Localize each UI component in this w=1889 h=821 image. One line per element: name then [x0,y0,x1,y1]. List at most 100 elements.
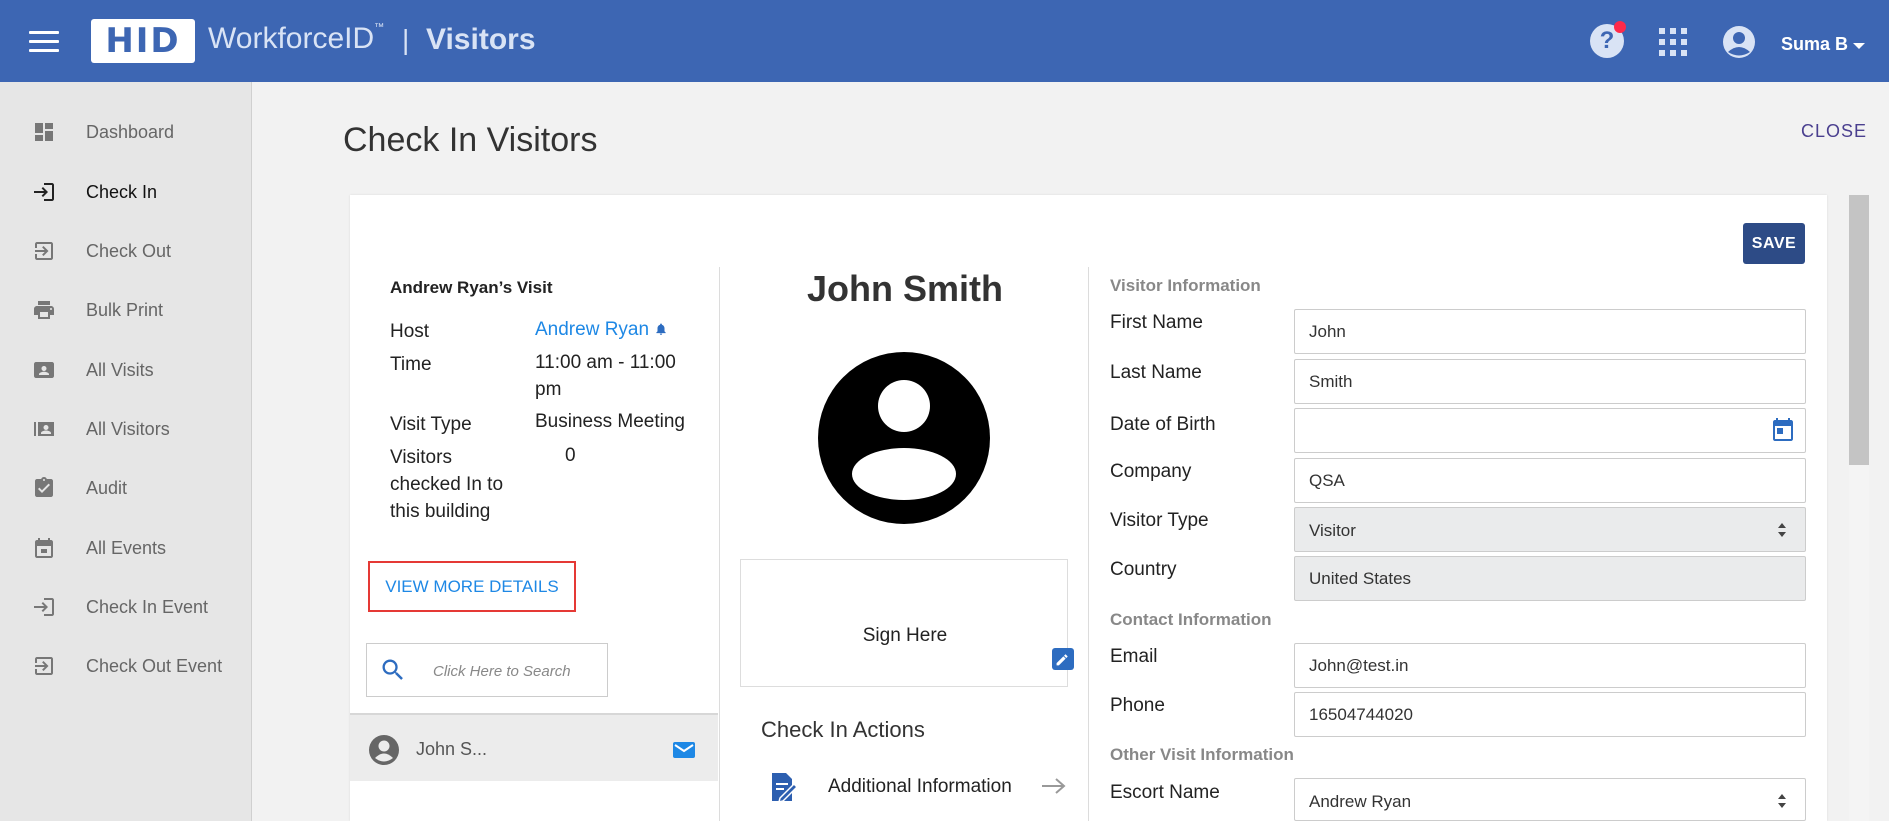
email-label: Email [1110,646,1158,667]
host-value: Andrew Ryan [535,316,668,343]
visitor-photo-avatar-icon[interactable] [818,352,990,524]
calendar-picker-icon[interactable] [1771,417,1795,443]
trademark: ™ [374,22,385,33]
company-label: Company [1110,461,1192,482]
page-title: Check In Visitors [343,121,598,159]
host-label: Host [390,321,430,342]
check-out-event-icon [35,657,53,675]
select-arrows-icon [1778,523,1786,537]
sidebar-item-all-visitors[interactable]: All Visitors [0,407,252,447]
check-in-actions-title: Check In Actions [761,717,925,742]
sidebar-item-all-events[interactable]: All Events [0,526,252,566]
save-button[interactable]: SAVE [1743,223,1805,264]
search-icon[interactable] [379,656,407,684]
sidebar-item-audit[interactable]: Audit [0,466,252,506]
visitor-type-select[interactable]: Visitor [1294,507,1806,552]
user-name[interactable]: Suma B [1781,34,1848,55]
brand-separator: | [402,24,410,55]
user-menu-caret-icon[interactable] [1853,43,1865,49]
app-name: Visitors [426,23,536,56]
signature-pad[interactable]: Sign Here [740,559,1074,687]
escort-name-value: Andrew Ryan [1309,792,1412,811]
time-label: Time [390,354,432,375]
phone-label: Phone [1110,695,1165,716]
sidebar-item-label: All Visits [86,360,154,380]
escort-name-select[interactable]: Andrew Ryan [1294,778,1806,821]
country-label: Country [1110,559,1177,580]
last-name-field[interactable] [1294,359,1806,404]
visitors-count-label-line3: this building [390,501,491,522]
brand-name: WorkforceID™ [208,22,384,56]
sidebar-item-all-visits[interactable]: All Visits [0,348,252,388]
visitor-list-item[interactable]: John S... [350,713,718,781]
additional-info-icon [772,773,799,804]
apps-grid-icon[interactable] [1659,28,1687,56]
sidebar-item-label: Check Out [86,241,172,261]
sidebar-item-label: All Visitors [86,419,170,439]
sidebar-item-check-out[interactable]: Check Out [0,229,252,269]
action-label: Additional Information [828,776,1012,797]
notification-dot [1614,21,1626,33]
last-name-label: Last Name [1110,362,1202,383]
other-visit-information-title: Other Visit Information [1110,745,1294,764]
calendar-icon [35,538,53,558]
visitors-count-label-line1: Visitors [390,447,452,468]
visitor-type-label: Visitor Type [1110,510,1209,531]
visitor-type-value: Visitor [1309,521,1356,540]
visitor-list-name: John S... [416,739,488,759]
select-arrows-icon [1778,794,1786,808]
visitors-count-label-line2: checked In to [390,474,504,495]
scrollbar-thumb[interactable] [1849,195,1869,465]
visitors-count-value: 0 [565,445,576,466]
sidebar-item-bulk-print[interactable]: Bulk Print [0,288,252,328]
check-out-icon [35,242,53,260]
sidebar-item-label: Check In Event [86,597,209,617]
column-divider [1088,267,1089,821]
visit-title: Andrew Ryan’s Visit [390,278,553,297]
hamburger-menu-icon[interactable] [29,31,59,53]
additional-information-action[interactable]: Additional Information [760,768,1070,808]
print-icon [34,301,54,319]
sidebar-item-dashboard[interactable]: Dashboard [0,110,252,150]
sidebar-item-label: Check Out Event [86,656,223,676]
sidebar-item-check-in-event[interactable]: Check In Event [0,585,252,625]
brand-text: WorkforceID [208,22,375,55]
mail-icon[interactable] [673,742,695,758]
edit-signature-icon[interactable] [1052,648,1074,670]
visitor-search[interactable] [366,643,608,697]
bell-icon[interactable] [654,322,668,336]
sidebar-item-label: Bulk Print [86,300,164,320]
contact-information-title: Contact Information [1110,610,1272,629]
date-of-birth-label: Date of Birth [1110,414,1216,435]
sidebar-item-label: All Events [86,538,167,558]
check-in-event-icon [34,598,54,616]
visit-type-value: Business Meeting [535,411,685,432]
arrow-right-icon[interactable] [1040,776,1068,796]
first-name-field[interactable] [1294,309,1806,354]
sidebar-item-label: Dashboard [86,122,175,142]
scrollbar[interactable] [1849,195,1869,821]
sidebar-item-check-in[interactable]: Check In [0,170,252,210]
sidebar: Dashboard Check In Check Out Bulk Print … [0,82,252,821]
company-field[interactable] [1294,458,1806,503]
hid-logo: HID [91,19,195,63]
host-link[interactable]: Andrew Ryan [535,319,649,340]
escort-name-label: Escort Name [1110,782,1220,803]
avatar-icon [369,735,399,765]
logo-text: HID [105,21,181,61]
close-button[interactable]: CLOSE [1801,121,1867,142]
email-field[interactable] [1294,643,1806,688]
date-of-birth-field[interactable] [1294,408,1806,453]
phone-field[interactable] [1294,692,1806,737]
visitor-information-title: Visitor Information [1110,276,1261,295]
country-field [1294,556,1806,601]
view-more-details-button[interactable]: VIEW MORE DETAILS [368,561,576,612]
account-icon[interactable] [1722,25,1756,59]
visit-type-label: Visit Type [390,414,472,435]
first-name-label: First Name [1110,312,1203,333]
check-in-icon [34,183,54,201]
search-input[interactable] [433,658,599,684]
sidebar-item-check-out-event[interactable]: Check Out Event [0,644,252,684]
top-bar: HID WorkforceID™ | Visitors ? Suma B [0,0,1889,82]
sidebar-item-label: Check In [86,182,158,202]
